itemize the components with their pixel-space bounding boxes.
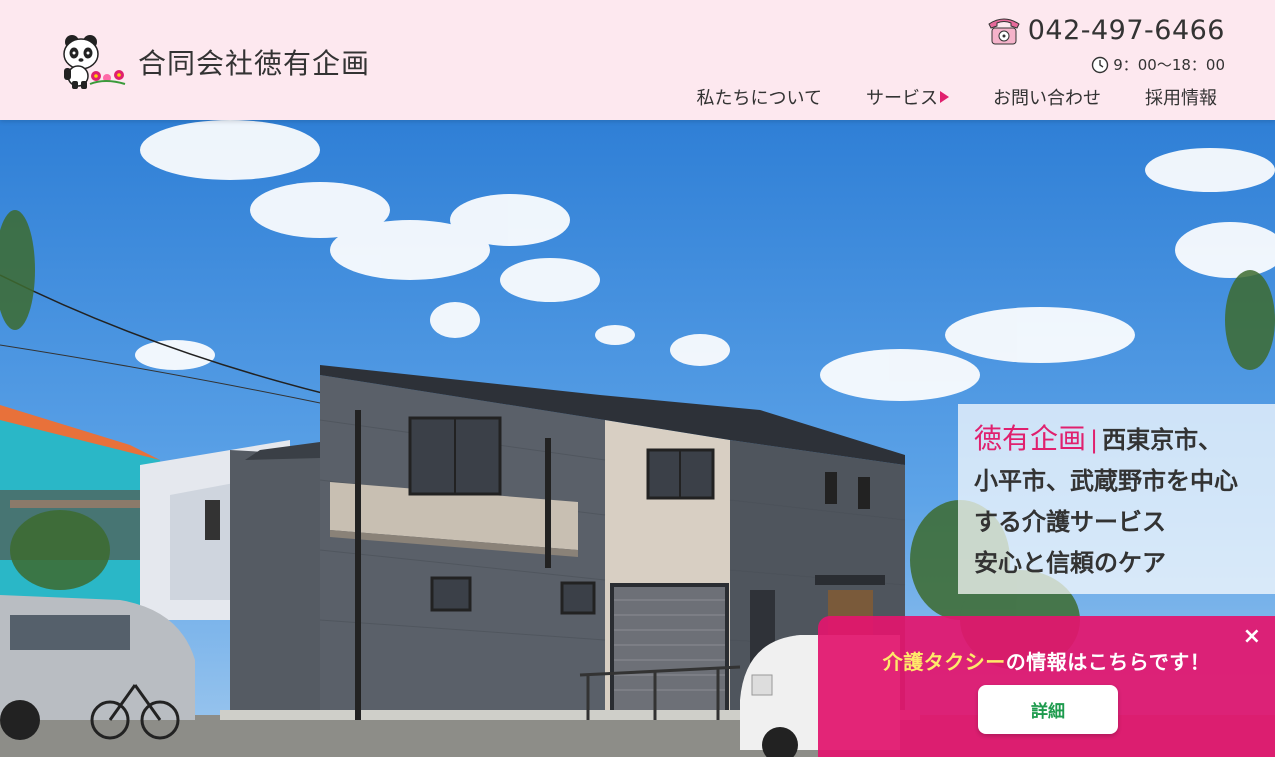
caption-line-4: 安心と信頼のケア	[974, 549, 1166, 577]
caption-brand: 徳有企画	[974, 422, 1087, 455]
site-header: 合同会社徳有企画 042-497-6466 9：00～18：00 私たちについて…	[0, 0, 1275, 120]
caption-line-1-text: 西東京市、	[1102, 426, 1223, 454]
phone-number[interactable]: 042-497-6466	[1028, 15, 1225, 46]
main-nav: 私たちについて サービス お問い合わせ 採用情報	[697, 84, 1217, 110]
taxi-highlight: 介護タクシー	[882, 650, 1006, 674]
panda-logo-icon[interactable]	[50, 28, 130, 90]
company-name[interactable]: 合同会社徳有企画	[138, 42, 370, 82]
care-taxi-banner: × 介護タクシーの情報はこちらです！ 詳細	[818, 616, 1275, 757]
nav-item-recruit[interactable]: 採用情報	[1145, 84, 1217, 110]
phone-contact[interactable]: 042-497-6466	[986, 14, 1225, 46]
taxi-message: の情報はこちらです！	[1005, 650, 1211, 674]
submenu-arrow-icon[interactable]	[940, 91, 949, 103]
close-icon[interactable]: ×	[1243, 626, 1261, 648]
clock-icon	[1091, 56, 1109, 73]
details-button[interactable]: 詳細	[978, 685, 1118, 734]
taxi-banner-text: 介護タクシーの情報はこちらです！	[818, 646, 1275, 675]
hero-caption: 徳有企画 | 西東京市、 小平市、武蔵野市を中心 する介護サービス 安心と信頼のケア	[958, 404, 1275, 594]
caption-line-2: 小平市、武蔵野市を中心	[974, 467, 1238, 495]
nav-item-services[interactable]: サービス	[866, 84, 949, 110]
telephone-icon	[988, 18, 1020, 45]
caption-line-3: する介護サービス	[974, 508, 1166, 536]
business-hours-text: 9：00～18：00	[1113, 56, 1225, 74]
nav-item-about[interactable]: 私たちについて	[697, 84, 822, 110]
caption-line-1: 徳有企画 | 西東京市、	[974, 418, 1275, 461]
caption-separator: |	[1090, 426, 1099, 454]
business-hours: 9：00～18：00	[1091, 54, 1225, 75]
nav-item-contact[interactable]: お問い合わせ	[993, 84, 1101, 110]
